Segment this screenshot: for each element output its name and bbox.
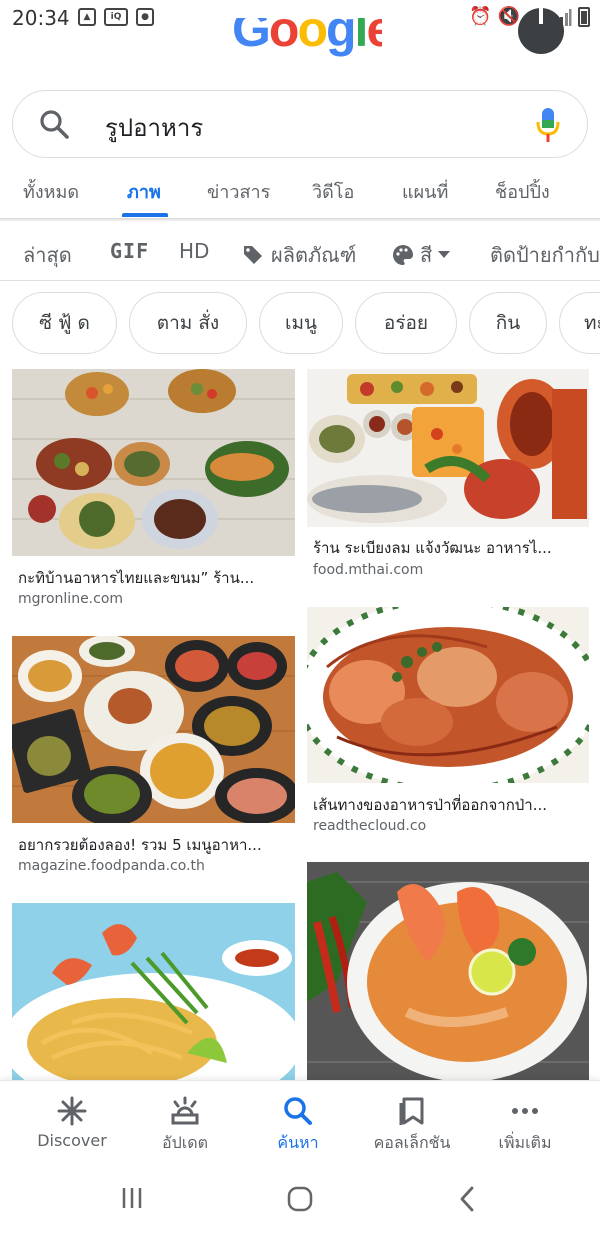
tab-images[interactable]: ภาพ <box>127 177 161 206</box>
tab-news[interactable]: ข่าวสาร <box>207 177 270 206</box>
tag-icon <box>244 246 262 264</box>
result-title[interactable]: กะทิบ้านอาหารไทยและขนม” ร้าน... <box>18 566 288 590</box>
nav-label: อัปเดต <box>161 1133 208 1152</box>
result-image[interactable] <box>12 636 295 823</box>
updates-icon <box>171 1096 199 1125</box>
result-source: food.mthai.com <box>313 562 424 578</box>
palette-icon <box>393 245 413 265</box>
nav-discover[interactable]: Discover <box>12 1081 132 1165</box>
tab-all[interactable]: ทั้งหมด <box>23 177 79 206</box>
food-image <box>307 369 589 527</box>
nav-more[interactable]: เพิ่มเติม <box>465 1081 585 1165</box>
mic-icon[interactable] <box>535 107 561 143</box>
asterisk-icon <box>57 1096 87 1126</box>
result-title[interactable]: ร้าน ระเบียงลม แจ้งวัฒนะ อาหารไ... <box>313 536 583 560</box>
filter-tagged[interactable]: ติดป้ายกำกับ <box>490 239 600 271</box>
filter-gif[interactable]: GIF <box>110 239 149 263</box>
result-title[interactable]: เส้นทางของอาหารป่าที่ออกจากป่า... <box>313 793 583 817</box>
alarm-icon: ⏰ <box>469 6 492 27</box>
suggestion-chips: ซี ฟู้ ด ตาม สั่ง เมนู อร่อย กิน ทะ <box>0 292 600 356</box>
image-icon: ▲ <box>78 8 96 26</box>
result-source: readthecloud.co <box>313 818 427 834</box>
nav-label: ค้นหา <box>277 1133 319 1152</box>
tab-shopping[interactable]: ช็อปปิ้ง <box>495 177 550 206</box>
search-icon <box>284 1097 312 1125</box>
filter-latest[interactable]: ล่าสุด <box>23 239 72 271</box>
chip-eat[interactable]: กิน <box>469 292 547 354</box>
search-bar[interactable]: รูปอาหาร <box>12 90 588 158</box>
dropdown-arrow-icon <box>438 251 451 258</box>
system-navigation-bar <box>0 1164 600 1233</box>
chip-menu[interactable]: เมนู <box>259 292 343 354</box>
google-logo[interactable]: Google <box>232 18 382 58</box>
tab-videos[interactable]: วิดีโอ <box>312 177 354 206</box>
chip-seafood[interactable]: ซี ฟู้ ด <box>12 292 117 354</box>
home-icon[interactable] <box>287 1186 313 1212</box>
food-image <box>307 607 589 783</box>
result-source: magazine.foodpanda.co.th <box>18 858 205 874</box>
filter-color[interactable]: สี <box>392 239 451 271</box>
chip-made-to-order[interactable]: ตาม สั่ง <box>129 292 247 354</box>
filter-color-label: สี <box>420 243 433 267</box>
media-icon: ● <box>136 8 154 26</box>
search-input[interactable]: รูปอาหาร <box>105 108 203 147</box>
food-image <box>12 369 295 556</box>
result-image[interactable] <box>307 862 589 1083</box>
collections-icon <box>399 1097 424 1125</box>
chip-delicious[interactable]: อร่อย <box>355 292 457 354</box>
nav-updates[interactable]: อัปเดต <box>125 1081 245 1165</box>
search-tabs: ทั้งหมด ภาพ ข่าวสาร วิดีโอ แผนที่ ช็อปปิ… <box>0 172 600 218</box>
nav-label: Discover <box>37 1131 107 1150</box>
result-image[interactable] <box>307 369 589 527</box>
battery-icon <box>578 6 590 27</box>
divider <box>0 218 600 222</box>
result-title[interactable]: อยากรวยต้องลอง! รวม 5 เมนูอาหา... <box>18 833 288 857</box>
result-image[interactable] <box>12 369 295 556</box>
filter-hd[interactable]: HD <box>179 239 209 263</box>
avatar[interactable] <box>518 8 564 54</box>
mute-icon: 🔇 <box>497 6 520 27</box>
more-icon <box>512 1108 538 1114</box>
divider <box>0 280 600 281</box>
result-image[interactable] <box>12 903 295 1083</box>
chip-partial[interactable]: ทะ <box>559 292 600 354</box>
back-icon[interactable] <box>458 1186 476 1212</box>
food-image <box>307 862 589 1083</box>
recent-apps-icon[interactable] <box>120 1186 144 1210</box>
food-image <box>12 636 295 823</box>
nav-label: เพิ่มเติม <box>498 1133 552 1152</box>
filter-products-label: ผลิตภัณฑ์ <box>271 243 357 267</box>
nav-collections[interactable]: คอลเล็กชัน <box>352 1081 472 1165</box>
nav-search[interactable]: ค้นหา <box>238 1081 358 1165</box>
filter-bar: ล่าสุด GIF HD ผลิตภัณฑ์ สี ติดป้ายกำกับ <box>0 225 600 279</box>
search-icon[interactable] <box>39 109 69 139</box>
active-tab-indicator <box>122 213 168 217</box>
nav-label: คอลเล็กชัน <box>373 1133 451 1152</box>
iqiyi-icon: iQ <box>104 8 128 26</box>
filter-products[interactable]: ผลิตภัณฑ์ <box>243 239 356 271</box>
tab-maps[interactable]: แผนที่ <box>402 177 448 206</box>
bottom-navigation: Discover อัปเดต ค้นหา คอลเล็กชัน เพิ่มเต… <box>0 1080 600 1164</box>
result-image[interactable] <box>307 607 589 783</box>
food-image <box>12 903 295 1083</box>
result-source: mgronline.com <box>18 591 124 607</box>
status-time: 20:34 <box>12 6 70 30</box>
